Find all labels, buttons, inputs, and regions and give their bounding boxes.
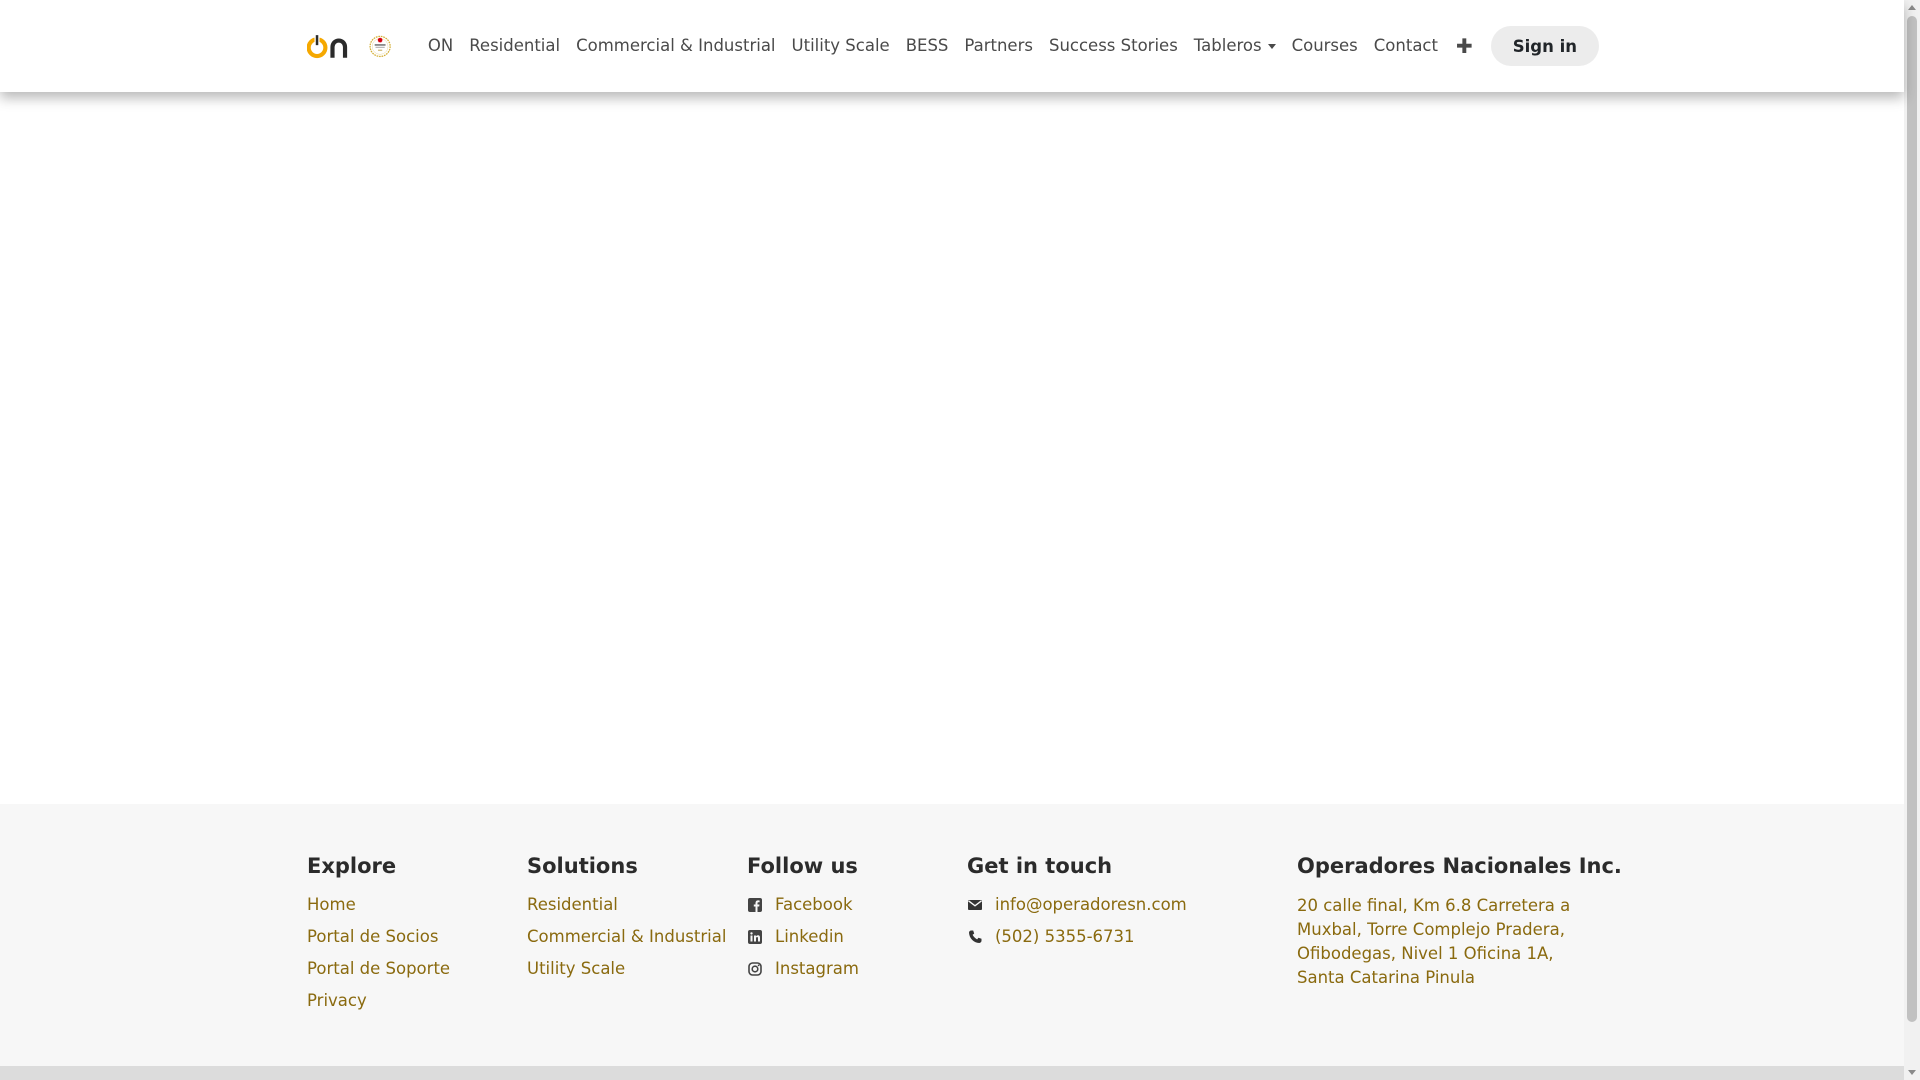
footer-link-utility-scale[interactable]: Utility Scale [527,958,726,980]
on-logo[interactable] [307,18,350,74]
footer-link-linkedin[interactable]: Linkedin [747,926,859,948]
company-address[interactable]: 20 calle final, Km 6.8 Carretera a Muxba… [1297,894,1597,990]
plus-icon[interactable]: ✚ [1446,34,1483,58]
footer-company: Operadores Nacionales Inc. 20 calle fina… [1297,852,1622,990]
footer-company-title: Operadores Nacionales Inc. [1297,854,1622,878]
nav-item-tableros-label: Tableros [1193,36,1262,55]
nav-item-commercial-industrial[interactable]: Commercial & Industrial [568,35,783,57]
footer-link-instagram[interactable]: Instagram [747,958,859,980]
sign-in-button[interactable]: Sign in [1490,26,1599,66]
instagram-icon [748,962,762,976]
nav-item-bess[interactable]: BESS [898,35,957,57]
nav-item-partners[interactable]: Partners [956,35,1041,57]
nav-item-tableros-dropdown[interactable]: Tableros [1186,35,1284,57]
nav-item-courses[interactable]: Courses [1284,35,1366,57]
nav-item-contact[interactable]: Contact [1366,35,1446,57]
linkedin-label: Linkedin [775,927,844,946]
caret-down-icon [1267,44,1276,49]
footer-link-commercial-industrial[interactable]: Commercial & Industrial [527,926,726,948]
linkedin-icon [748,930,762,944]
facebook-icon [748,898,762,912]
vertical-scrollbar[interactable] [1904,0,1920,1080]
footer-solutions: Solutions Residential Commercial & Indus… [527,852,726,990]
footer-explore-title: Explore [307,854,397,878]
scroll-up-arrow-icon[interactable] [1908,5,1916,10]
nav-item-residential[interactable]: Residential [461,35,568,57]
nav-item-on[interactable]: ON [420,35,461,57]
huawei-vip-badge [369,35,391,58]
footer-link-phone[interactable]: (502) 5355-6731 [967,926,1187,948]
email-label: info@operadoresn.com [995,895,1187,914]
site-header: ON Residential Commercial & Industrial U… [0,0,1904,92]
footer-link-privacy[interactable]: Privacy [307,990,450,1012]
footer-solutions-title: Solutions [527,854,638,878]
nav-item-success-stories[interactable]: Success Stories [1041,35,1186,57]
footer-follow-title: Follow us [747,854,858,878]
instagram-label: Instagram [775,959,859,978]
phone-label: (502) 5355-6731 [995,927,1135,946]
scrollbar-thumb[interactable] [1907,16,1917,1022]
footer-link-portal-soporte[interactable]: Portal de Soporte [307,958,450,980]
page: ON Residential Commercial & Industrial U… [0,0,1920,1080]
site-footer: Explore Home Portal de Socios Portal de … [0,804,1904,1066]
facebook-label: Facebook [775,895,853,914]
footer-contact-title: Get in touch [967,854,1113,878]
footer-follow: Follow us Facebook Linkedin Instagram [747,852,859,990]
scroll-down-arrow-icon[interactable] [1908,1070,1916,1075]
footer-contact: Get in touch info@operadoresn.com (502) … [967,852,1187,958]
footer-link-portal-socios[interactable]: Portal de Socios [307,926,450,948]
footer-link-email[interactable]: info@operadoresn.com [967,894,1187,916]
footer-link-facebook[interactable]: Facebook [747,894,859,916]
footer-link-residential[interactable]: Residential [527,894,726,916]
footer-link-home[interactable]: Home [307,894,450,916]
nav-item-utility-scale[interactable]: Utility Scale [784,35,898,57]
phone-icon [969,930,982,943]
footer-explore: Explore Home Portal de Socios Portal de … [307,852,450,1022]
main-nav: ON Residential Commercial & Industrial U… [420,26,1599,66]
header-inner: ON Residential Commercial & Industrial U… [307,0,1599,92]
footer-bottom-strip [0,1066,1904,1080]
envelope-icon [968,900,982,910]
